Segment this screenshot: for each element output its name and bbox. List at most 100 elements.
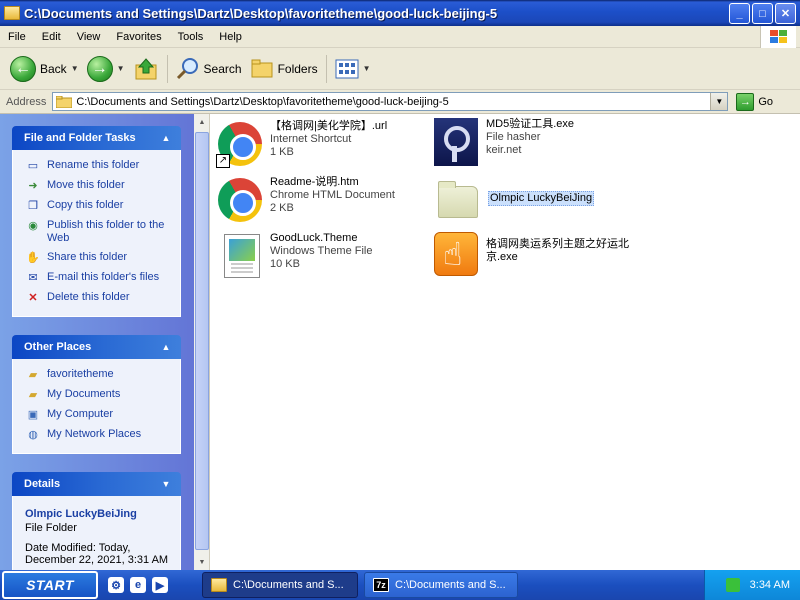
address-dropdown[interactable]: ▼ [710, 93, 728, 110]
search-button[interactable]: Search [172, 52, 246, 86]
chevron-up-icon[interactable]: ▲ [159, 340, 173, 354]
chrome-shortcut-icon: ↗ [216, 120, 264, 168]
folder-icon [56, 95, 73, 108]
place-my-documents[interactable]: ▰ My Documents [25, 385, 170, 405]
toolbar-separator [166, 54, 168, 83]
address-label: Address [6, 95, 47, 108]
panel-title: Other Places [24, 341, 92, 353]
menu-help[interactable]: Help [211, 31, 250, 43]
email-icon: ✉ [28, 271, 38, 284]
search-icon [176, 57, 198, 79]
folder-icon [4, 6, 20, 20]
place-my-network[interactable]: ◍ My Network Places [25, 425, 170, 445]
chevron-down-icon[interactable]: ▼ [71, 64, 79, 73]
details-modified: Date Modified: Today, December 22, 2021,… [25, 542, 169, 566]
file-type: Windows Theme File [270, 245, 373, 257]
menu-edit[interactable]: Edit [34, 31, 69, 43]
close-button[interactable]: ✕ [775, 3, 796, 24]
details-name: Olmpic LuckyBeiJing [25, 508, 137, 520]
file-item[interactable]: MD5验证工具.exe File hasher keir.net [432, 118, 574, 166]
menu-view[interactable]: View [69, 31, 109, 43]
menu-favorites[interactable]: Favorites [108, 31, 169, 43]
taskbar-item-explorer-1[interactable]: C:\Documents and S... [202, 572, 358, 598]
toolbar-separator [325, 54, 327, 83]
maximize-button[interactable]: □ [752, 3, 773, 24]
vertical-scrollbar[interactable]: ▲ ▼ [194, 114, 210, 570]
file-type: Internet Shortcut [270, 133, 352, 145]
settings-icon[interactable]: ⚙ [108, 577, 124, 593]
documents-icon: ▰ [28, 388, 38, 401]
chevron-down-icon[interactable]: ▼ [117, 64, 125, 73]
window-title: C:\Documents and Settings\Dartz\Desktop\… [24, 5, 498, 21]
title-bar: C:\Documents and Settings\Dartz\Desktop\… [0, 0, 800, 26]
task-pane: File and Folder Tasks ▲ ▭ Rename this fol… [0, 114, 194, 570]
hand-app-icon [432, 230, 480, 278]
panel-header[interactable]: Details ▼ [12, 472, 181, 496]
back-arrow-icon: ← [10, 55, 36, 82]
tray-app-icon[interactable] [725, 578, 740, 592]
folder-icon [211, 578, 227, 592]
chevron-up-icon[interactable]: ▲ [159, 131, 173, 145]
back-button[interactable]: ← Back ▼ [6, 52, 83, 86]
file-item[interactable]: Readme-说明.htm Chrome HTML Document 2 KB [216, 176, 395, 224]
panel-body: Olmpic LuckyBeiJing File Folder Date Mod… [12, 496, 181, 570]
rename-folder-link[interactable]: ▭ Rename this folder [25, 156, 170, 176]
address-bar: Address C:\Documents and Settings\Dartz\… [0, 90, 800, 114]
panel-header[interactable]: Other Places ▲ [12, 335, 181, 359]
theme-file-icon [216, 232, 264, 280]
forward-arrow-icon: → [86, 55, 113, 82]
file-item[interactable]: ↗ 【格调网|美化学院】.url Internet Shortcut 1 KB [216, 120, 387, 168]
go-button[interactable]: → Go [736, 92, 773, 111]
copy-folder-link[interactable]: ❐ Copy this folder [25, 196, 170, 216]
delete-icon: ✕ [28, 291, 38, 304]
scroll-up-arrow[interactable]: ▲ [194, 114, 210, 130]
7zip-icon: 7z [373, 578, 389, 592]
chrome-icon [216, 176, 264, 224]
copy-icon: ❐ [28, 199, 38, 212]
folders-icon [251, 59, 273, 77]
media-player-icon[interactable]: ▶ [152, 577, 168, 593]
search-label: Search [203, 61, 242, 76]
file-folder-tasks-panel: File and Folder Tasks ▲ ▭ Rename this fol… [12, 126, 181, 317]
move-icon: ➜ [28, 179, 38, 192]
folders-label: Folders [277, 61, 318, 76]
network-icon: ◍ [28, 428, 38, 441]
views-button[interactable]: ▼ [331, 52, 375, 86]
email-files-link[interactable]: ✉ E-mail this folder's files [25, 268, 170, 288]
place-my-computer[interactable]: ▣ My Computer [25, 405, 170, 425]
browser-icon[interactable]: e [130, 577, 146, 593]
share-folder-link[interactable]: ✋ Share this folder [25, 248, 170, 268]
file-size: 10 KB [270, 258, 300, 270]
taskbar-item-explorer-2[interactable]: 7z C:\Documents and S... [364, 572, 518, 598]
window-controls: _ □ ✕ [729, 3, 796, 24]
chevron-down-icon[interactable]: ▼ [363, 64, 371, 73]
file-item[interactable]: GoodLuck.Theme Windows Theme File 10 KB [216, 232, 373, 280]
file-type: File hasher [486, 131, 541, 143]
folders-button[interactable]: Folders [246, 52, 322, 86]
folder-item-selected[interactable]: Olmpic LuckyBeiJing [434, 178, 595, 226]
menu-bar: File Edit View Favorites Tools Help [0, 26, 800, 48]
other-places-panel: Other Places ▲ ▰ favoritetheme ▰ My Docume… [12, 335, 181, 454]
clock: 3:34 AM [749, 579, 790, 591]
file-list-area[interactable]: ↗ 【格调网|美化学院】.url Internet Shortcut 1 KB MD… [194, 114, 800, 570]
panel-body: ▭ Rename this folder ➜ Move this folder ❐ C… [12, 150, 181, 317]
scroll-thumb[interactable] [195, 132, 209, 550]
up-button[interactable] [129, 52, 163, 86]
scroll-down-arrow[interactable]: ▼ [194, 554, 210, 570]
panel-header[interactable]: File and Folder Tasks ▲ [12, 126, 181, 150]
forward-button[interactable]: → ▼ [83, 52, 129, 86]
start-button[interactable]: START [2, 571, 98, 599]
menu-file[interactable]: File [0, 31, 34, 43]
place-favoritetheme[interactable]: ▰ favoritetheme [25, 365, 170, 385]
delete-folder-link[interactable]: ✕ Delete this folder [25, 288, 170, 308]
address-input[interactable]: C:\Documents and Settings\Dartz\Desktop\… [52, 92, 729, 111]
publish-folder-link[interactable]: ◉ Publish this folder to the Web [25, 216, 170, 248]
move-folder-link[interactable]: ➜ Move this folder [25, 176, 170, 196]
chevron-down-icon[interactable]: ▼ [159, 477, 173, 491]
file-item[interactable]: 格调网奥运系列主题之好运北京.exe [432, 230, 646, 278]
minimize-button[interactable]: _ [729, 3, 750, 24]
file-name: 【格调网|美化学院】.url [270, 120, 388, 132]
file-company: keir.net [486, 144, 522, 156]
menu-tools[interactable]: Tools [170, 31, 212, 43]
file-name: GoodLuck.Theme [270, 232, 358, 244]
